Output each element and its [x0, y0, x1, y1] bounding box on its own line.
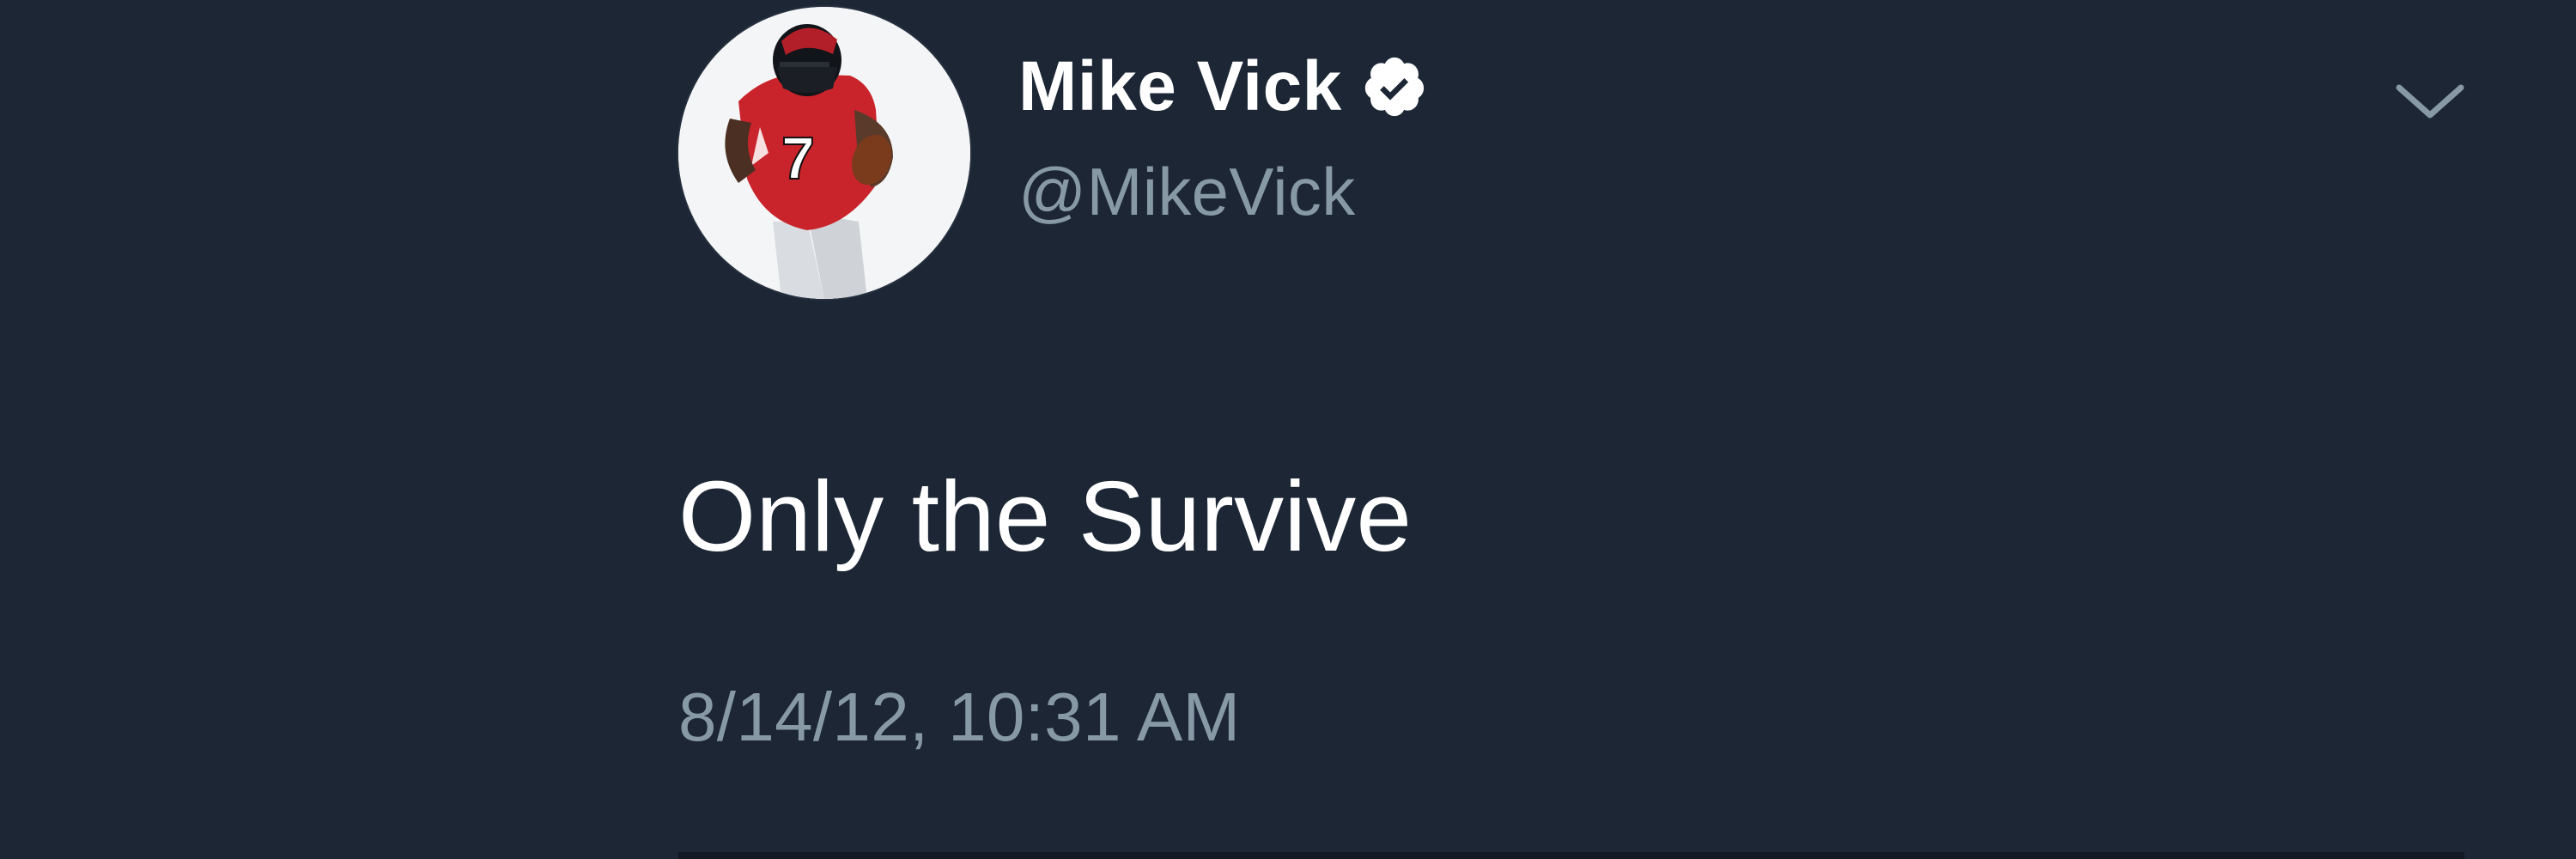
- tweet-card: 7 Mike Vick @MikeVick Only the Survive 8…: [0, 0, 2576, 859]
- verified-badge-icon: [1361, 53, 1428, 120]
- display-name[interactable]: Mike Vick: [1018, 52, 1342, 122]
- chevron-down-icon: [2396, 84, 2464, 119]
- tweet-text: Only the Survive: [678, 460, 1413, 572]
- user-handle[interactable]: @MikeVick: [1018, 158, 1356, 225]
- svg-text:7: 7: [781, 125, 815, 192]
- avatar-photo: 7: [678, 7, 970, 299]
- divider: [678, 852, 2464, 859]
- tweet-timestamp[interactable]: 8/14/12, 10:31 AM: [678, 683, 1240, 752]
- avatar[interactable]: 7: [678, 7, 970, 299]
- author-name-row: Mike Vick: [1018, 52, 1428, 122]
- more-options-button[interactable]: [2387, 76, 2473, 127]
